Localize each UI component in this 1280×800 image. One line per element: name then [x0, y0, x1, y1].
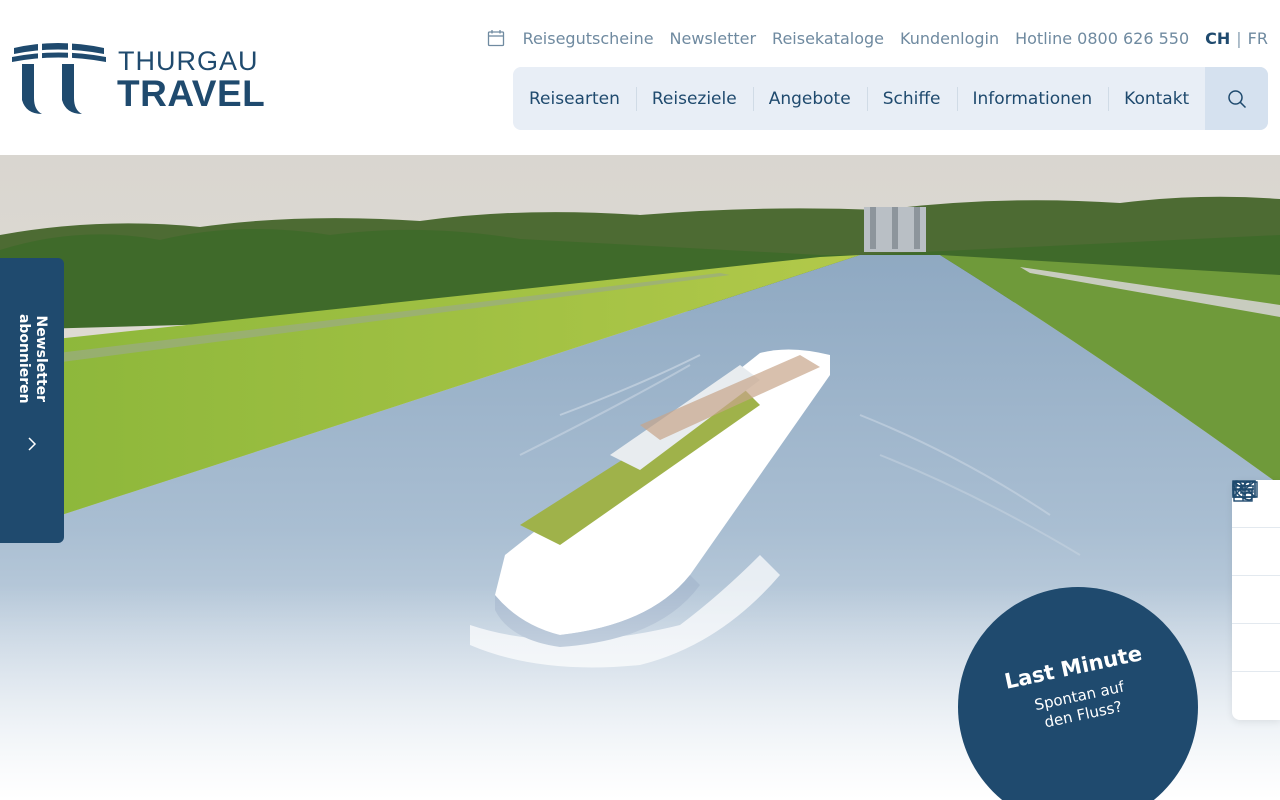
- nav-reisearten[interactable]: Reisearten: [513, 67, 636, 130]
- calendar-icon[interactable]: [487, 29, 505, 47]
- main-navigation: Reisearten Reiseziele Angebote Schiffe I…: [513, 67, 1268, 130]
- logo-mark-icon: [12, 40, 106, 114]
- link-hotline[interactable]: Hotline 0800 626 550: [1015, 29, 1189, 48]
- nav-kontakt[interactable]: Kontakt: [1108, 67, 1205, 130]
- link-kundenlogin[interactable]: Kundenlogin: [900, 29, 999, 48]
- link-newsletter[interactable]: Newsletter: [670, 29, 757, 48]
- book-button[interactable]: [1232, 481, 1280, 672]
- newsletter-tab-line1: Newsletter: [32, 315, 49, 403]
- utility-bar: Reisegutscheine Newsletter Reisekataloge…: [487, 26, 1268, 50]
- site-header: THURGAU TRAVEL Reisegutscheine Newslette…: [0, 0, 1280, 155]
- search-button[interactable]: [1205, 67, 1268, 130]
- link-reisekataloge[interactable]: Reisekataloge: [772, 29, 884, 48]
- nav-reiseziele[interactable]: Reiseziele: [635, 67, 753, 130]
- quick-action-bar: [1232, 480, 1280, 720]
- chevron-right-icon: [28, 437, 37, 451]
- gift-button[interactable]: [1232, 481, 1280, 720]
- lang-fr[interactable]: FR: [1248, 29, 1268, 48]
- nav-angebote[interactable]: Angebote: [752, 67, 867, 130]
- lang-separator: |: [1236, 28, 1242, 48]
- logo-text-bottom: TRAVEL: [117, 73, 266, 114]
- catalog-button[interactable]: [1232, 480, 1280, 624]
- logo[interactable]: THURGAU TRAVEL: [12, 40, 266, 116]
- newsletter-tab-text: Newsletter abonnieren: [15, 299, 49, 419]
- gift-icon: [1232, 481, 1254, 502]
- search-icon: [1227, 89, 1246, 108]
- link-reisegutscheine[interactable]: Reisegutscheine: [523, 29, 654, 48]
- nav-informationen[interactable]: Informationen: [956, 67, 1109, 130]
- lang-ch[interactable]: CH: [1205, 29, 1230, 48]
- nav-schiffe[interactable]: Schiffe: [866, 67, 957, 130]
- newsletter-tab-line2: abonnieren: [16, 313, 32, 404]
- newsletter-subscribe-tab[interactable]: Newsletter abonnieren: [0, 258, 64, 543]
- phone-button[interactable]: [1232, 481, 1280, 576]
- last-minute-text: Last Minute Spontan auf den Fluss?: [973, 635, 1183, 745]
